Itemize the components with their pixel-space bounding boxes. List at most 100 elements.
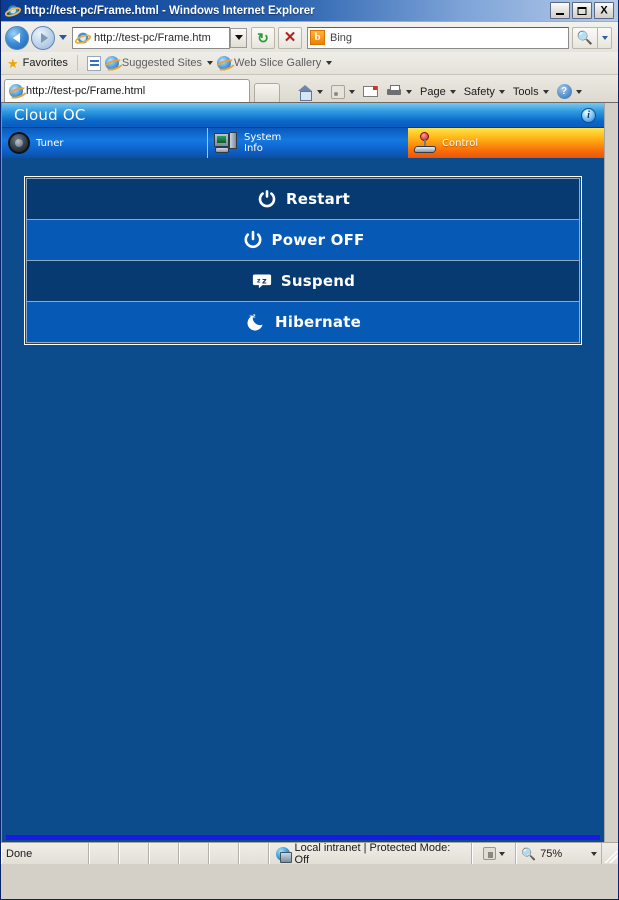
resize-grip[interactable] (602, 843, 618, 864)
page-viewport: Cloud OC i Tuner System Info Control Res… (1, 102, 618, 842)
browser-tab-frame-html[interactable]: http://test-pc/Frame.html (4, 79, 250, 102)
hibernate-button[interactable]: z z Hibernate (26, 301, 580, 343)
ie-logo-icon (4, 3, 22, 19)
search-input[interactable]: b Bing (307, 26, 569, 49)
help-menu-button[interactable]: ? (554, 84, 585, 99)
tools-menu-button[interactable]: Tools (510, 86, 552, 98)
help-icon: ? (556, 84, 572, 99)
close-icon: X (600, 4, 608, 16)
status-segment (238, 843, 269, 864)
status-text: Done (1, 843, 89, 864)
window-title-bar: http://test-pc/Frame.html - Windows Inte… (1, 0, 618, 22)
favbar-item-label: Web Slice Gallery (234, 57, 322, 69)
forward-button[interactable] (31, 25, 55, 50)
print-icon (386, 85, 402, 98)
safety-menu-button[interactable]: Safety (461, 86, 508, 98)
suspend-label: Suspend (280, 272, 356, 290)
status-bar: Done Local intranet | Protected Mode: Of… (1, 841, 618, 866)
app-tab-bar: Tuner System Info Control (2, 128, 604, 158)
safety-menu-label: Safety (463, 85, 495, 98)
chevron-down-icon (234, 35, 243, 40)
security-zone[interactable]: Local intranet | Protected Mode: Off (268, 841, 473, 866)
search-placeholder-text: Bing (330, 31, 353, 44)
tab-system-info-label: System Info (244, 132, 281, 154)
zoom-level-label: 75% (540, 847, 563, 860)
svg-text:z: z (253, 314, 256, 320)
status-segment (88, 843, 119, 864)
status-segment (118, 843, 149, 864)
status-segment (148, 843, 179, 864)
mail-icon (363, 86, 378, 97)
favbar-item-web-slice-gallery[interactable]: Web Slice Gallery (217, 56, 333, 70)
zoom-icon: 🔍 (521, 846, 537, 861)
address-url-text: http://test-pc/Frame.htm (94, 31, 211, 44)
read-mail-button[interactable] (360, 86, 381, 97)
new-tab-button[interactable] (254, 83, 280, 102)
security-zone-label: Local intranet | Protected Mode: Off (294, 841, 451, 866)
restart-label: Restart (286, 190, 350, 208)
toolbar-divider (76, 55, 78, 71)
info-icon[interactable]: i (581, 107, 596, 123)
stop-button[interactable]: ✕ (278, 26, 302, 49)
protected-mode-button[interactable] (472, 843, 517, 864)
chevron-down-icon (591, 851, 598, 856)
print-button[interactable] (383, 85, 415, 98)
browser-chrome: http://test-pc/Frame.htm ↻ ✕ b Bing 🔍 ★ … (1, 22, 618, 102)
tab-control[interactable]: Control (408, 128, 604, 158)
power-off-label: Power OFF (271, 231, 365, 249)
ie-window: http://test-pc/Frame.html - Windows Inte… (0, 0, 619, 900)
chevron-down-icon (542, 89, 549, 94)
app-header: Cloud OC i (2, 103, 604, 128)
zoom-control[interactable]: 🔍 75% (516, 843, 603, 864)
browser-tab-label: http://test-pc/Frame.html (26, 85, 146, 97)
chevron-down-icon (406, 89, 412, 94)
search-provider-dropdown[interactable] (598, 26, 612, 49)
page-icon (74, 30, 92, 46)
intranet-zone-icon (275, 846, 292, 863)
favorites-bar: ★ Favorites Suggested Sites Web Slice Ga… (1, 52, 618, 75)
refresh-button[interactable]: ↻ (251, 26, 275, 49)
address-bar[interactable]: http://test-pc/Frame.htm (72, 26, 230, 49)
recent-pages-caret-icon[interactable] (59, 35, 67, 40)
address-dropdown-button[interactable] (230, 27, 247, 48)
tab-system-info[interactable]: System Info (207, 128, 408, 158)
lock-icon (483, 847, 497, 860)
feeds-button[interactable] (328, 84, 358, 99)
minimize-button[interactable] (550, 2, 570, 19)
chevron-down-icon (498, 89, 505, 94)
search-button[interactable]: 🔍 (572, 26, 598, 49)
feeds-icon (331, 84, 345, 99)
power-icon (242, 229, 264, 251)
restart-button[interactable]: Restart (26, 178, 580, 220)
favbar-item-suggested-sites[interactable]: Suggested Sites (104, 56, 214, 70)
status-segment (208, 843, 239, 864)
chevron-down-icon (207, 61, 214, 65)
restart-icon (256, 188, 278, 210)
tab-tuner[interactable]: Tuner (2, 128, 207, 158)
hibernate-icon: z z (245, 311, 267, 333)
steering-wheel-icon (8, 132, 30, 154)
close-x-icon: ✕ (283, 29, 297, 46)
home-button[interactable] (294, 84, 326, 101)
add-to-favorites-bar-icon[interactable] (86, 55, 101, 71)
back-arrow-icon (12, 32, 20, 43)
power-off-button[interactable]: Power OFF (26, 219, 580, 261)
tab-system-info-label-line1: System (244, 132, 282, 143)
maximize-button[interactable] (572, 2, 592, 19)
favorites-label[interactable]: Favorites (23, 57, 68, 69)
svg-text:z: z (262, 277, 267, 286)
back-button[interactable] (5, 25, 29, 50)
ie-icon (104, 56, 119, 70)
chevron-down-icon (326, 61, 333, 65)
forward-arrow-icon (40, 32, 48, 43)
chevron-down-icon (449, 89, 456, 94)
joystick-icon (413, 132, 437, 154)
svg-text:z: z (257, 277, 261, 284)
footer-accent-bar (6, 835, 600, 840)
suspend-button[interactable]: z z Suspend (26, 260, 580, 302)
chevron-down-icon (499, 851, 506, 856)
page-menu-button[interactable]: Page (417, 86, 459, 98)
favbar-item-label: Suggested Sites (121, 57, 203, 69)
address-toolbar: http://test-pc/Frame.htm ↻ ✕ b Bing 🔍 (1, 22, 618, 52)
close-button[interactable]: X (594, 2, 614, 19)
